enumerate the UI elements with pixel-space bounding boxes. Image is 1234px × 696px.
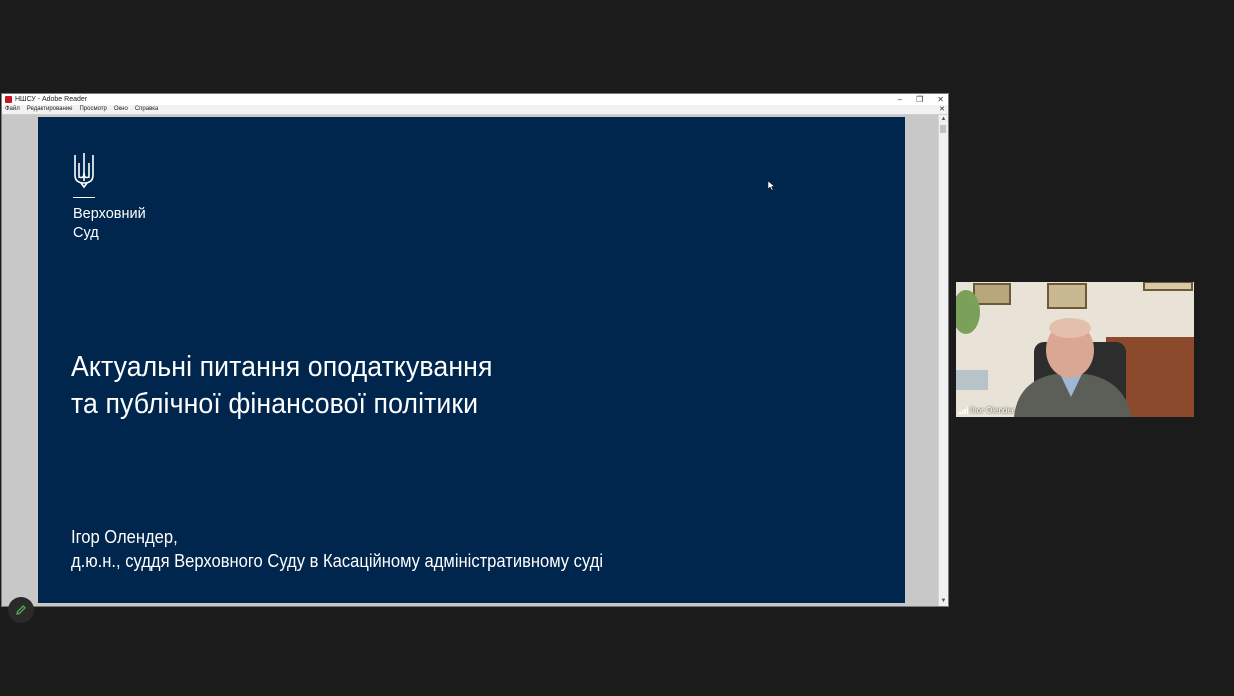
scroll-down-icon[interactable]: ▼ — [940, 598, 947, 605]
annotate-button[interactable] — [8, 597, 34, 623]
participant-video-tile[interactable]: Ihor Olender — [956, 282, 1194, 417]
menu-window[interactable]: Окно — [114, 105, 128, 114]
scroll-up-icon[interactable]: ▲ — [940, 116, 947, 123]
close-document-button[interactable]: ✕ — [939, 105, 945, 114]
shared-screen-window: НШСУ - Adobe Reader – ❐ ✕ Файл Редактиро… — [1, 93, 949, 607]
menu-bar: Файл Редактирование Просмотр Окно Справк… — [2, 105, 948, 115]
adobe-reader-icon — [5, 96, 12, 103]
participant-video-feed — [956, 282, 1194, 417]
minimize-button[interactable]: – — [898, 94, 902, 105]
trident-emblem-icon — [74, 153, 94, 189]
menu-help[interactable]: Справка — [135, 105, 159, 114]
window-titlebar: НШСУ - Adobe Reader – ❐ ✕ — [2, 94, 948, 105]
presentation-slide: Верховний Суд Актуальні питання оподатку… — [38, 117, 905, 603]
signal-strength-icon — [959, 407, 968, 414]
maximize-button[interactable]: ❐ — [916, 94, 923, 105]
window-title: НШСУ - Adobe Reader — [15, 96, 88, 103]
presenter-info: Ігор Олендер, д.ю.н., суддя Верховного С… — [71, 527, 604, 571]
scroll-thumb[interactable] — [940, 125, 946, 133]
organization-name: Верховний Суд — [73, 206, 146, 241]
participant-name-label: Ihor Olender — [959, 406, 1014, 415]
menu-edit[interactable]: Редактирование — [27, 105, 73, 114]
slide-title: Актуальні питання оподаткування та публі… — [71, 351, 493, 420]
document-area: Верховний Суд Актуальні питання оподатку… — [2, 115, 939, 606]
window-controls: – ❐ ✕ — [898, 94, 944, 105]
menu-view[interactable]: Просмотр — [79, 105, 106, 114]
logo-divider — [73, 197, 95, 198]
close-button[interactable]: ✕ — [937, 94, 944, 105]
pencil-icon — [16, 605, 26, 615]
menu-file[interactable]: Файл — [5, 105, 20, 114]
vertical-scrollbar[interactable]: ▲ ▼ — [938, 115, 948, 606]
mouse-cursor-icon — [768, 181, 775, 191]
